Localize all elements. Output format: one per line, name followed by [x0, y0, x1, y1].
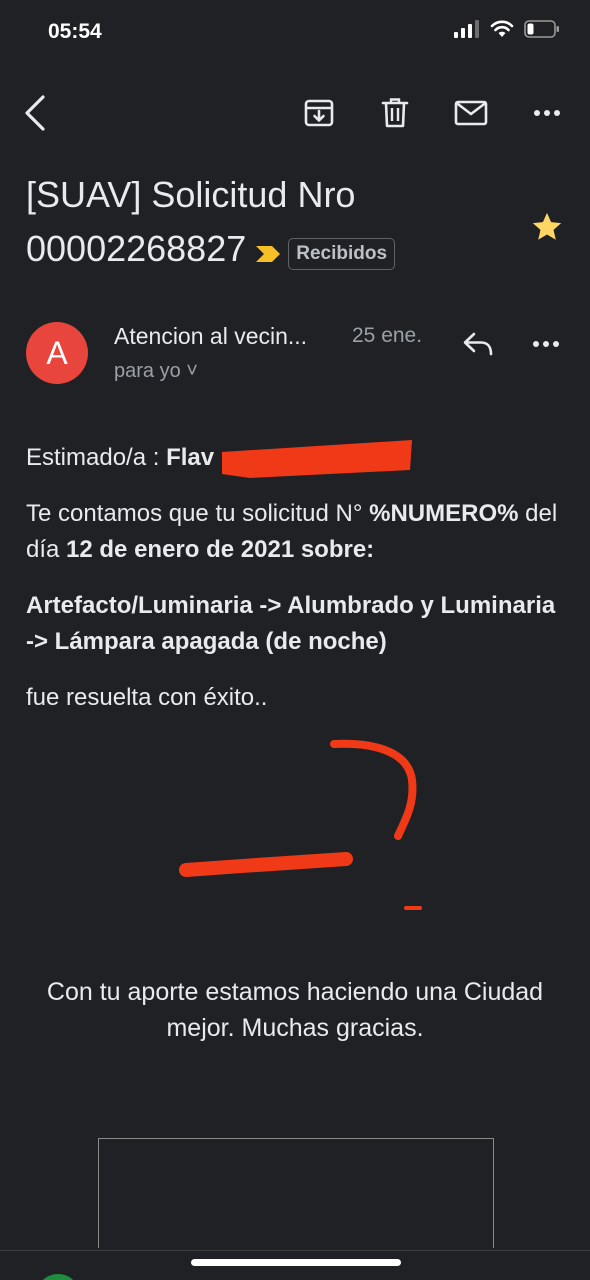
back-button[interactable] [12, 90, 58, 136]
star-icon [532, 212, 562, 240]
sender-row: A Atencion al vecin... 25 ene. para yo ˅ [26, 320, 566, 390]
email-body: Estimado/a : Flav oni Te contamos que tu … [26, 440, 566, 736]
battery-icon [524, 20, 559, 38]
underline-stroke [179, 852, 353, 877]
more-horizontal-icon [534, 110, 560, 116]
email-date: 25 ene. [352, 324, 423, 347]
star-button[interactable] [530, 210, 564, 249]
paragraph-category: Artefacto/Luminaria -> Alumbrado y Lumin… [26, 592, 556, 655]
greeting-name-tail: oni [338, 444, 375, 471]
email-toolbar [0, 90, 590, 136]
home-indicator[interactable] [191, 1259, 401, 1266]
paragraph-request: Te contamos que tu solicitud N° %NUMERO%… [26, 496, 566, 568]
paragraph-resolved: fue resuelta con éxito.. [26, 684, 268, 711]
p1-number: %NUMERO% [369, 500, 519, 527]
more-options-button[interactable] [524, 90, 570, 136]
p1-date: 12 de enero de 2021 sobre: [66, 536, 375, 563]
sender-name[interactable]: Atencion al vecin... [114, 323, 307, 350]
avatar[interactable]: A [26, 322, 88, 384]
more-horizontal-icon [533, 341, 559, 347]
greeting-prefix: Estimado/a : [26, 444, 167, 471]
trash-icon [381, 98, 409, 128]
message-more-button[interactable] [524, 322, 568, 366]
status-icons [454, 20, 560, 38]
subject-block: [SUAV] Solicitud Nro 00002268827 Recibido… [26, 168, 516, 276]
signal-icon [454, 20, 479, 38]
reply-icon [463, 332, 493, 356]
recipient-details-toggle[interactable]: para yo ˅ [114, 360, 198, 383]
status-time: 05:54 [48, 20, 102, 43]
mail-icon [454, 100, 488, 126]
closing-message: Con tu aporte estamos haciendo una Ciuda… [0, 974, 590, 1046]
archive-button[interactable] [296, 90, 342, 136]
reply-button[interactable] [456, 322, 500, 366]
important-marker-icon[interactable] [254, 244, 282, 269]
greeting-name: Flav [166, 444, 215, 471]
delete-button[interactable] [372, 90, 418, 136]
p1-text: Te contamos que tu solicitud N° [26, 500, 370, 527]
mark-unread-button[interactable] [448, 90, 494, 136]
chevron-left-icon [25, 95, 45, 131]
wifi-icon [490, 20, 514, 37]
archive-icon [304, 99, 334, 127]
greeting: Estimado/a : Flav oni [26, 440, 566, 476]
closing-text: Con tu aporte estamos haciendo una Ciuda… [46, 978, 544, 1042]
question-mark-curve [330, 739, 417, 840]
embedded-image-frame [98, 1138, 494, 1248]
label-badge[interactable]: Recibidos [288, 237, 396, 270]
status-bar: 05:54 [0, 0, 590, 66]
